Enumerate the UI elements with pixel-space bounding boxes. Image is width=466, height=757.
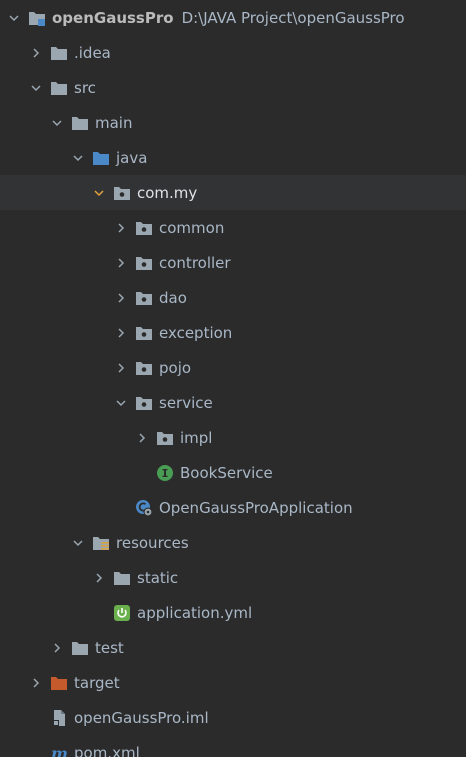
node-label: controller [159, 253, 231, 272]
tree-row-common[interactable]: common [0, 210, 466, 245]
tree-row-bookservice[interactable]: BookService [0, 455, 466, 490]
chevron-right-icon[interactable] [113, 325, 129, 341]
package-folder-icon [135, 324, 153, 342]
node-label: resources [116, 533, 189, 552]
node-label: pojo [159, 358, 192, 377]
chevron-right-icon[interactable] [113, 255, 129, 271]
iml-file-icon [50, 709, 68, 727]
node-label: dao [159, 288, 187, 307]
node-label: pom.xml [74, 743, 140, 757]
project-name: openGaussPro [52, 8, 174, 27]
node-label: OpenGaussProApplication [159, 498, 353, 517]
spring-boot-class-icon [135, 499, 153, 517]
node-label: test [95, 638, 124, 657]
chevron-right-icon[interactable] [91, 570, 107, 586]
maven-icon: m [50, 744, 68, 757]
tree-row-iml[interactable]: openGaussPro.iml [0, 700, 466, 735]
interface-icon [156, 464, 174, 482]
chevron-right-icon[interactable] [134, 430, 150, 446]
tree-row-idea[interactable]: .idea [0, 35, 466, 70]
tree-row-static[interactable]: static [0, 560, 466, 595]
tree-row-application-yml[interactable]: application.yml [0, 595, 466, 630]
folder-icon [50, 44, 68, 62]
source-root-folder-icon [92, 149, 110, 167]
tree-row-target[interactable]: target [0, 665, 466, 700]
resources-folder-icon [92, 534, 110, 552]
node-label: .idea [74, 43, 111, 62]
node-label: static [137, 568, 179, 587]
chevron-right-icon[interactable] [113, 290, 129, 306]
node-label: openGaussPro.iml [74, 708, 209, 727]
tree-row-impl[interactable]: impl [0, 420, 466, 455]
module-folder-icon [28, 9, 46, 27]
package-folder-icon [113, 184, 131, 202]
tree-row-project-root[interactable]: openGaussPro D:\JAVA Project\openGaussPr… [0, 0, 466, 35]
tree-row-com-my[interactable]: com.my [0, 175, 466, 210]
chevron-down-icon[interactable] [28, 80, 44, 96]
chevron-down-icon[interactable] [70, 535, 86, 551]
node-label: target [74, 673, 120, 692]
package-folder-icon [135, 254, 153, 272]
tree-row-pojo[interactable]: pojo [0, 350, 466, 385]
tree-row-java[interactable]: java [0, 140, 466, 175]
chevron-down-icon[interactable] [91, 185, 107, 201]
node-label: com.my [137, 183, 198, 202]
chevron-down-icon[interactable] [113, 395, 129, 411]
folder-icon [113, 569, 131, 587]
chevron-down-icon[interactable] [70, 150, 86, 166]
node-label: service [159, 393, 213, 412]
tree-row-exception[interactable]: exception [0, 315, 466, 350]
tree-row-src[interactable]: src [0, 70, 466, 105]
package-folder-icon [135, 394, 153, 412]
tree-row-service[interactable]: service [0, 385, 466, 420]
tree-row-controller[interactable]: controller [0, 245, 466, 280]
node-label: exception [159, 323, 233, 342]
tree-row-application-class[interactable]: OpenGaussProApplication [0, 490, 466, 525]
tree-row-pom[interactable]: m pom.xml [0, 735, 466, 757]
project-path: D:\JAVA Project\openGaussPro [181, 8, 405, 27]
chevron-down-icon[interactable] [6, 10, 22, 26]
svg-text:m: m [51, 744, 68, 757]
node-label: BookService [180, 463, 273, 482]
package-folder-icon [135, 219, 153, 237]
node-label: common [159, 218, 225, 237]
node-label: application.yml [137, 603, 253, 622]
node-label: main [95, 113, 133, 132]
tree-row-resources[interactable]: resources [0, 525, 466, 560]
spring-config-icon [113, 604, 131, 622]
node-label: src [74, 78, 96, 97]
package-folder-icon [135, 359, 153, 377]
chevron-right-icon[interactable] [28, 45, 44, 61]
folder-icon [71, 639, 89, 657]
node-label: impl [180, 428, 213, 447]
chevron-right-icon[interactable] [113, 360, 129, 376]
node-label: java [116, 148, 148, 167]
chevron-right-icon[interactable] [28, 675, 44, 691]
tree-row-main[interactable]: main [0, 105, 466, 140]
project-tree: openGaussPro D:\JAVA Project\openGaussPr… [0, 0, 466, 757]
excluded-folder-icon [50, 674, 68, 692]
folder-icon [50, 79, 68, 97]
tree-row-test[interactable]: test [0, 630, 466, 665]
folder-icon [71, 114, 89, 132]
chevron-right-icon[interactable] [49, 640, 65, 656]
package-folder-icon [135, 289, 153, 307]
package-folder-icon [156, 429, 174, 447]
chevron-down-icon[interactable] [49, 115, 65, 131]
tree-row-dao[interactable]: dao [0, 280, 466, 315]
chevron-right-icon[interactable] [113, 220, 129, 236]
